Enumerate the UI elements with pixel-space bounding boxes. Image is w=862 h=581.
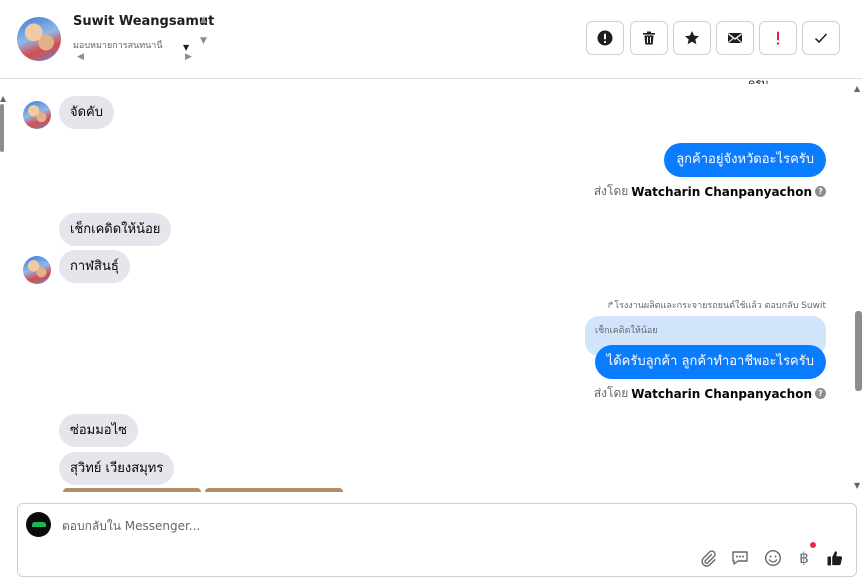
- sent-by-label: ส่งโดย Watcharin Chanpanyachon ?: [594, 182, 826, 201]
- incoming-message[interactable]: กาฬสินธุ์: [59, 250, 130, 283]
- message-thread[interactable]: ครับ จัดคับ ลูกค้าอยู่จังหวัดอะไรครับ ส่…: [8, 80, 854, 492]
- scroll-down-arrow-icon[interactable]: ▼: [854, 482, 860, 490]
- saved-reply-icon[interactable]: [730, 548, 750, 568]
- info-icon[interactable]: ?: [815, 388, 826, 399]
- page-avatar: [26, 512, 51, 537]
- contact-avatar[interactable]: [17, 17, 61, 61]
- notification-dot: [810, 542, 816, 548]
- scroll-left-icon[interactable]: ◀: [77, 52, 84, 62]
- reply-composer: ฿: [17, 503, 857, 577]
- conversation-header: Suwit Weangsamut ▲ ▼ มอบหมายการสนทนานี้ …: [0, 0, 862, 79]
- left-scrollbar[interactable]: [0, 104, 4, 152]
- check-icon: [814, 33, 828, 44]
- trash-icon: [643, 31, 655, 45]
- contact-avatar-small: [23, 256, 51, 284]
- contact-avatar-small: [23, 101, 51, 129]
- delete-button[interactable]: [630, 21, 668, 55]
- exclamation-icon: [776, 31, 780, 45]
- incoming-message[interactable]: เช็กเคดิดให้น้อย: [59, 213, 172, 246]
- sent-by-prefix: ส่งโดย: [593, 184, 629, 198]
- outgoing-message[interactable]: ลูกค้าอยู่จังหวัดอะไรครับ: [664, 143, 826, 177]
- outgoing-message[interactable]: ได้ครับลูกค้า ลูกค้าทำอาชีพอะไรครับ: [594, 345, 826, 379]
- incoming-message[interactable]: สุวิทย์ เวียงสมุทร: [59, 452, 175, 485]
- info-icon[interactable]: ?: [815, 186, 826, 197]
- assign-conversation-select[interactable]: มอบหมายการสนทนานี้: [73, 40, 213, 52]
- reply-header: ↱โรงงานผลิตและกระจายรถยนต์ใช้แล้ว ตอบกลั…: [606, 301, 826, 311]
- chat-scrollbar-thumb[interactable]: [855, 311, 862, 391]
- contact-name[interactable]: Suwit Weangsamut: [73, 14, 214, 29]
- spam-button[interactable]: [586, 21, 624, 55]
- quoted-text: เช็กเคดิดให้น้อย: [595, 326, 658, 336]
- incoming-message[interactable]: จัดคับ: [59, 96, 115, 129]
- star-button[interactable]: [673, 21, 711, 55]
- sent-by-prefix: ส่งโดย: [593, 386, 629, 400]
- like-icon[interactable]: [825, 548, 845, 568]
- star-icon: [684, 31, 700, 45]
- unread-button[interactable]: [716, 21, 754, 55]
- scroll-up-arrow-icon[interactable]: ▲: [854, 85, 860, 93]
- scroll-up-arrow-icon[interactable]: ▲: [0, 95, 6, 103]
- image-attachment[interactable]: [205, 488, 343, 492]
- sent-by-name: Watcharin Chanpanyachon: [631, 386, 812, 401]
- scroll-right-icon[interactable]: ▶: [185, 52, 192, 62]
- important-button[interactable]: [759, 21, 797, 55]
- sent-by-label: ส่งโดย Watcharin Chanpanyachon ?: [594, 384, 826, 403]
- paperclip-icon[interactable]: [698, 548, 718, 568]
- sent-by-name: Watcharin Chanpanyachon: [631, 184, 812, 199]
- reply-input[interactable]: [62, 517, 662, 535]
- emoji-icon[interactable]: [763, 548, 783, 568]
- alert-circle-icon: [597, 30, 613, 46]
- done-button[interactable]: [802, 21, 840, 55]
- envelope-icon: [728, 33, 742, 43]
- incoming-message[interactable]: ซ่อมมอไซ: [59, 414, 138, 447]
- image-attachment[interactable]: [63, 488, 201, 492]
- baht-icon[interactable]: ฿: [794, 548, 814, 568]
- cut-off-text: ครับ: [748, 80, 788, 84]
- caret-up-icon[interactable]: ▲: [200, 15, 207, 25]
